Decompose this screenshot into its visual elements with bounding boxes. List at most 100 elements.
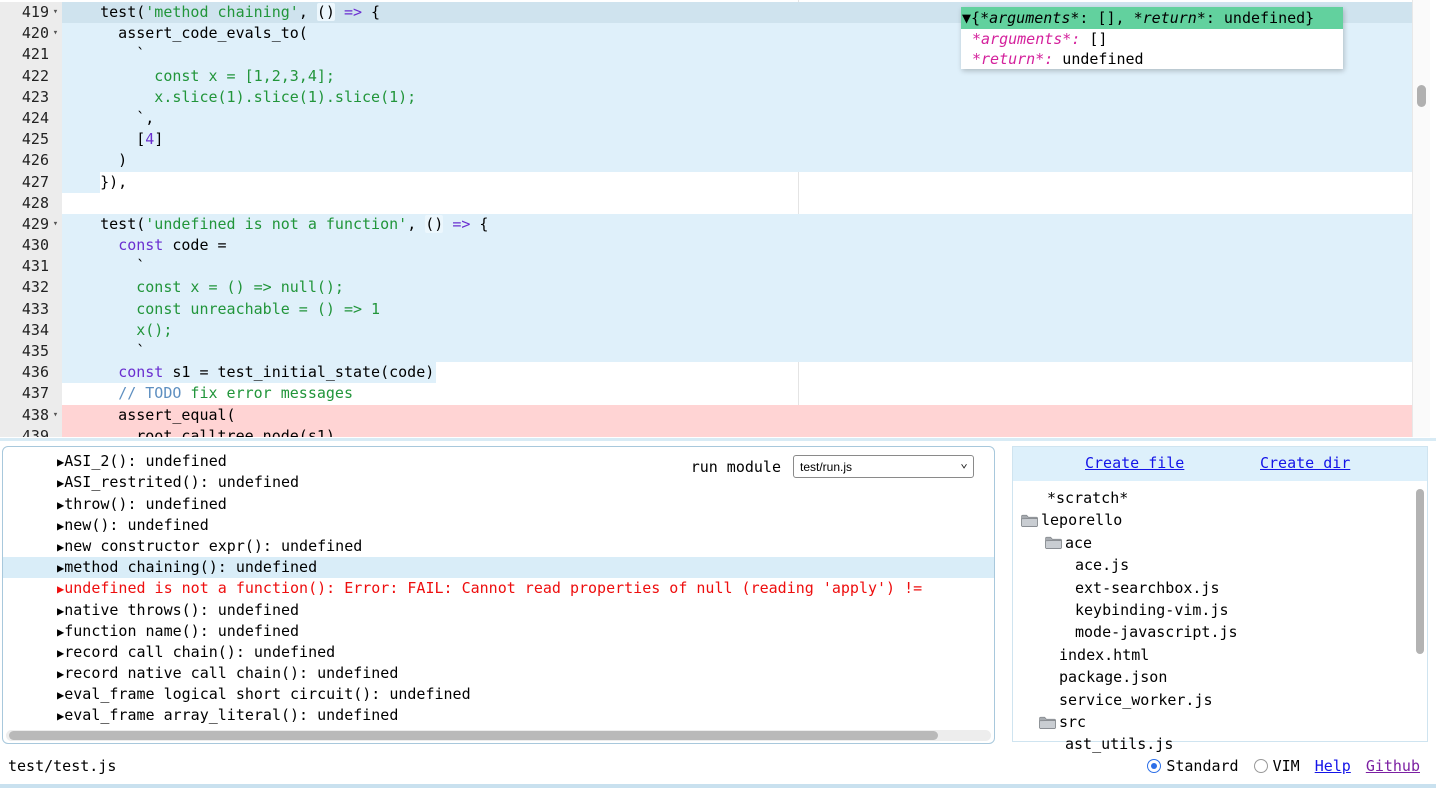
code-content[interactable]: `, [62,108,1412,129]
console-result-row[interactable]: ▶new(): undefined [3,515,994,536]
code-line[interactable]: 424 `, [0,108,1412,129]
create-file-link[interactable]: Create file [1085,454,1184,472]
tooltip-key: *return*: [972,50,1053,68]
radio-unselected-icon[interactable] [1254,759,1268,773]
code-line[interactable]: 427 }), [0,172,1412,193]
console-scrollbar-thumb[interactable] [9,731,938,740]
code-content[interactable]: x.slice(1).slice(1).slice(1); [62,87,1412,108]
code-content[interactable]: ` [62,256,1412,277]
code-token: 'undefined is not a function' [145,215,407,233]
help-link[interactable]: Help [1315,752,1351,780]
code-line[interactable]: 436 const s1 = test_initial_state(code) [0,362,1412,383]
code-content[interactable]: ) [62,150,1412,171]
code-line[interactable]: 439 root_calltree_node(s1) [0,426,1412,437]
console-result-row[interactable]: ▶throw(): undefined [3,494,994,515]
code-line[interactable]: 435 ` [0,341,1412,362]
code-token: s1 = test_initial_state(code) [163,363,434,381]
code-line[interactable]: 438▾ assert_equal( [0,405,1412,426]
code-line[interactable]: 430 const code = [0,235,1412,256]
code-line[interactable]: 425 [4] [0,129,1412,150]
tooltip-header[interactable]: ▼{*arguments*: [], *return*: undefined} [961,7,1343,29]
line-number-cell: 435 [0,341,62,362]
code-token: , [299,3,317,21]
console-result-row[interactable]: ▶method chaining(): undefined [3,557,994,578]
console-result-row[interactable]: ▶record call chain(): undefined [3,642,994,663]
create-dir-link[interactable]: Create dir [1260,454,1350,472]
keybinding-vim-option[interactable]: VIM [1254,752,1300,780]
line-number-cell: 423 [0,87,62,108]
code-content[interactable]: }), [62,172,1412,193]
code-token: => [452,215,470,233]
tree-file-item[interactable]: package.json [1013,666,1427,688]
tree-item-label: service_worker.js [1059,689,1213,711]
code-content[interactable]: ` [62,341,1412,362]
code-content[interactable]: const code = [62,235,1412,256]
console-result-row[interactable]: ▶function name(): undefined [3,621,994,642]
tree-file-item[interactable]: ace.js [1013,554,1427,576]
code-content[interactable]: // TODO fix error messages [62,383,1412,404]
code-line[interactable]: 432 const x = () => null(); [0,277,1412,298]
line-number-cell: 427 [0,172,62,193]
console-result-row[interactable]: ▶eval_frame logical short circuit(): und… [3,684,994,705]
line-number-cell: 420▾ [0,23,62,44]
code-content[interactable] [62,193,1412,214]
tree-file-item[interactable]: index.html [1013,644,1427,666]
tree-item-label: index.html [1059,644,1149,666]
console-result-text: native throws(): undefined [64,601,299,619]
tree-file-item[interactable]: *scratch* [1013,487,1427,509]
fold-arrow-icon[interactable]: ▾ [49,23,62,44]
run-module-select[interactable]: test/run.js [793,455,974,478]
code-content[interactable]: const x = () => null(); [62,277,1412,298]
fold-arrow-icon[interactable]: ▾ [49,214,62,235]
code-line[interactable]: 426 ) [0,150,1412,171]
tree-dir-item[interactable]: ace [1013,532,1427,554]
editor-scrollbar-thumb[interactable] [1417,85,1426,107]
code-content[interactable]: root_calltree_node(s1) [62,426,1412,437]
collapse-arrow-icon[interactable]: ▼ [962,9,971,27]
highlight-marker [62,129,1412,150]
tree-dir-item[interactable]: leporello [1013,509,1427,531]
code-content[interactable]: const unreachable = () => 1 [62,299,1412,320]
code-token: `, [64,109,154,127]
console-result-text: record native call chain(): undefined [64,664,398,682]
tree-dir-item[interactable]: src [1013,711,1427,733]
github-link[interactable]: Github [1366,752,1420,780]
tree-file-item[interactable]: ext-searchbox.js [1013,577,1427,599]
fold-arrow-icon[interactable]: ▾ [49,405,62,426]
line-number-cell: 424 [0,108,62,129]
highlight-marker [62,108,1412,129]
keybinding-standard-option[interactable]: Standard [1147,752,1238,780]
code-line[interactable]: 437 // TODO fix error messages [0,383,1412,404]
line-number-cell: 437 [0,383,62,404]
code-line[interactable]: 423 x.slice(1).slice(1).slice(1); [0,87,1412,108]
fold-arrow-icon[interactable]: ▾ [49,2,62,23]
console-result-row[interactable]: ▶new constructor expr(): undefined [3,536,994,557]
code-content[interactable]: [4] [62,129,1412,150]
radio-selected-icon[interactable] [1147,759,1161,773]
code-line[interactable]: 431 ` [0,256,1412,277]
console-horizontal-scrollbar[interactable] [6,730,991,741]
code-content[interactable]: x(); [62,320,1412,341]
code-line[interactable]: 434 x(); [0,320,1412,341]
tree-file-item[interactable]: mode-javascript.js [1013,621,1427,643]
console-result-row[interactable]: ▶record native call chain(): undefined [3,663,994,684]
file-tree-scrollbar-thumb[interactable] [1416,489,1424,654]
code-line[interactable]: 428 [0,193,1412,214]
code-content[interactable]: assert_equal( [62,405,1412,426]
code-token: const x = [1,2,3,4]; [64,67,335,85]
tree-file-item[interactable]: service_worker.js [1013,689,1427,711]
tree-file-item[interactable]: keybinding-vim.js [1013,599,1427,621]
code-content[interactable]: test('undefined is not a function', () =… [62,214,1412,235]
console-result-row[interactable]: ▶native throws(): undefined [3,600,994,621]
console-result-row[interactable]: ▶eval_frame array_literal(): undefined [3,705,994,726]
code-line[interactable]: 433 const unreachable = () => 1 [0,299,1412,320]
code-content[interactable]: const s1 = test_initial_state(code) [62,362,1412,383]
tooltip-row: *return*: undefined [961,49,1343,69]
code-token: ) [64,151,127,169]
console-result-row[interactable]: ▶undefined is not a function(): Error: F… [3,578,994,599]
editor-scrollbar[interactable] [1412,0,1430,437]
code-line[interactable]: 429▾ test('undefined is not a function',… [0,214,1412,235]
tree-item-label: src [1059,711,1086,733]
line-number: 426 [22,150,49,171]
highlight-marker [62,235,1412,256]
